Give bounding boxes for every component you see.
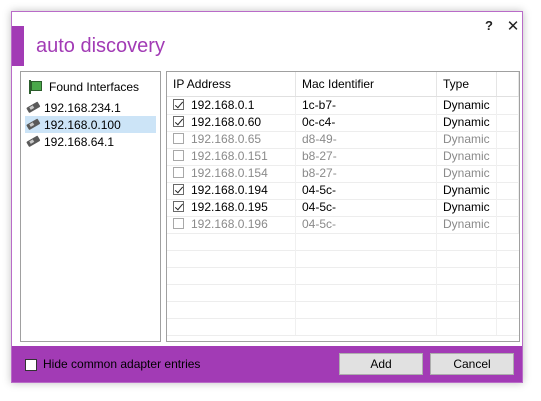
close-button[interactable]: ✕ [502, 16, 524, 38]
mac-cell: 04-5c- [296, 216, 437, 233]
filler-cell [497, 216, 519, 233]
type-cell: Dynamic [437, 199, 497, 216]
empty-row [167, 267, 519, 285]
column-header-ip[interactable]: IP Address [167, 72, 296, 96]
type-cell: Dynamic [437, 97, 497, 114]
help-button[interactable]: ? [478, 16, 500, 36]
ip-value: 192.168.0.65 [191, 132, 262, 146]
ip-cell: 192.168.0.196 [167, 216, 296, 233]
interface-label: 192.168.64.1 [44, 134, 115, 149]
ip-value: 192.168.0.1 [191, 98, 255, 112]
interface-item[interactable]: 192.168.234.1 [25, 99, 156, 116]
interfaces-tree[interactable]: Found Interfaces 192.168.234.1 192.168.0… [20, 71, 161, 342]
row-checkbox[interactable] [173, 218, 184, 229]
hide-common-checkbox[interactable] [25, 359, 37, 371]
grid-header: IP Address Mac Identifier Type [167, 72, 519, 97]
mac-cell: d8-49- [296, 131, 437, 148]
ip-value: 192.168.0.195 [191, 200, 268, 214]
mac-cell: 04-5c- [296, 199, 437, 216]
column-header-mac[interactable]: Mac Identifier [296, 72, 437, 96]
network-card-icon [25, 133, 43, 150]
type-cell: Dynamic [437, 114, 497, 131]
type-cell: Dynamic [437, 165, 497, 182]
filler-cell [497, 182, 519, 199]
table-row[interactable]: 192.168.0.154 b8-27- Dynamic [167, 165, 519, 183]
empty-row [167, 284, 519, 302]
empty-row [167, 318, 519, 336]
table-row[interactable]: 192.168.0.196 04-5c- Dynamic [167, 216, 519, 234]
column-header-filler [497, 72, 519, 96]
type-cell: Dynamic [437, 148, 497, 165]
ip-cell: 192.168.0.195 [167, 199, 296, 216]
table-row[interactable]: 192.168.0.60 0c-c4- Dynamic [167, 114, 519, 132]
filler-cell [497, 97, 519, 114]
network-card-icon [25, 99, 43, 116]
row-checkbox[interactable] [173, 150, 184, 161]
ip-cell: 192.168.0.194 [167, 182, 296, 199]
interface-label: 192.168.234.1 [44, 100, 121, 115]
row-checkbox[interactable] [173, 133, 184, 144]
title-accent-bar [12, 26, 24, 66]
type-cell: Dynamic [437, 216, 497, 233]
ip-cell: 192.168.0.1 [167, 97, 296, 114]
table-row[interactable]: 192.168.0.194 04-5c- Dynamic [167, 182, 519, 200]
empty-row [167, 250, 519, 268]
row-checkbox[interactable] [173, 201, 184, 212]
row-checkbox[interactable] [173, 167, 184, 178]
hide-common-label[interactable]: Hide common adapter entries [43, 357, 200, 371]
title-bar: auto discovery ? ✕ [12, 12, 522, 66]
interface-item[interactable]: 192.168.0.100 [25, 116, 156, 133]
ip-value: 192.168.0.154 [191, 166, 268, 180]
filler-cell [497, 165, 519, 182]
empty-row [167, 233, 519, 251]
ip-value: 192.168.0.196 [191, 217, 268, 231]
table-row[interactable]: 192.168.0.195 04-5c- Dynamic [167, 199, 519, 217]
type-cell: Dynamic [437, 131, 497, 148]
network-card-icon [25, 116, 43, 133]
ip-value: 192.168.0.194 [191, 183, 268, 197]
table-row[interactable]: 192.168.0.65 d8-49- Dynamic [167, 131, 519, 149]
filler-cell [497, 131, 519, 148]
table-row[interactable]: 192.168.0.151 b8-27- Dynamic [167, 148, 519, 166]
filler-cell [497, 199, 519, 216]
hosts-grid[interactable]: IP Address Mac Identifier Type 192.168.0… [166, 71, 520, 342]
mac-cell: 0c-c4- [296, 114, 437, 131]
filler-cell [497, 148, 519, 165]
cancel-button[interactable]: Cancel [430, 353, 514, 375]
mac-cell: 04-5c- [296, 182, 437, 199]
ip-cell: 192.168.0.65 [167, 131, 296, 148]
flag-icon [27, 80, 42, 94]
row-checkbox[interactable] [173, 99, 184, 110]
mac-cell: 1c-b7- [296, 97, 437, 114]
interface-item[interactable]: 192.168.64.1 [25, 133, 156, 150]
mac-cell: b8-27- [296, 165, 437, 182]
auto-discovery-dialog: auto discovery ? ✕ Found Interfaces 192.… [11, 11, 523, 383]
interface-label: 192.168.0.100 [44, 117, 121, 132]
interfaces-tree-root[interactable]: Found Interfaces [27, 78, 139, 96]
column-header-type[interactable]: Type [437, 72, 497, 96]
dialog-footer: Hide common adapter entries Add Cancel [12, 346, 522, 382]
ip-cell: 192.168.0.151 [167, 148, 296, 165]
table-row[interactable]: 192.168.0.1 1c-b7- Dynamic [167, 97, 519, 115]
add-button[interactable]: Add [339, 353, 423, 375]
filler-cell [497, 114, 519, 131]
mac-cell: b8-27- [296, 148, 437, 165]
type-cell: Dynamic [437, 182, 497, 199]
interfaces-header-label: Found Interfaces [49, 80, 140, 94]
ip-cell: 192.168.0.60 [167, 114, 296, 131]
row-checkbox[interactable] [173, 116, 184, 127]
ip-value: 192.168.0.151 [191, 149, 268, 163]
dialog-title: auto discovery [36, 35, 165, 57]
row-checkbox[interactable] [173, 184, 184, 195]
empty-row [167, 301, 519, 319]
ip-cell: 192.168.0.154 [167, 165, 296, 182]
ip-value: 192.168.0.60 [191, 115, 262, 129]
